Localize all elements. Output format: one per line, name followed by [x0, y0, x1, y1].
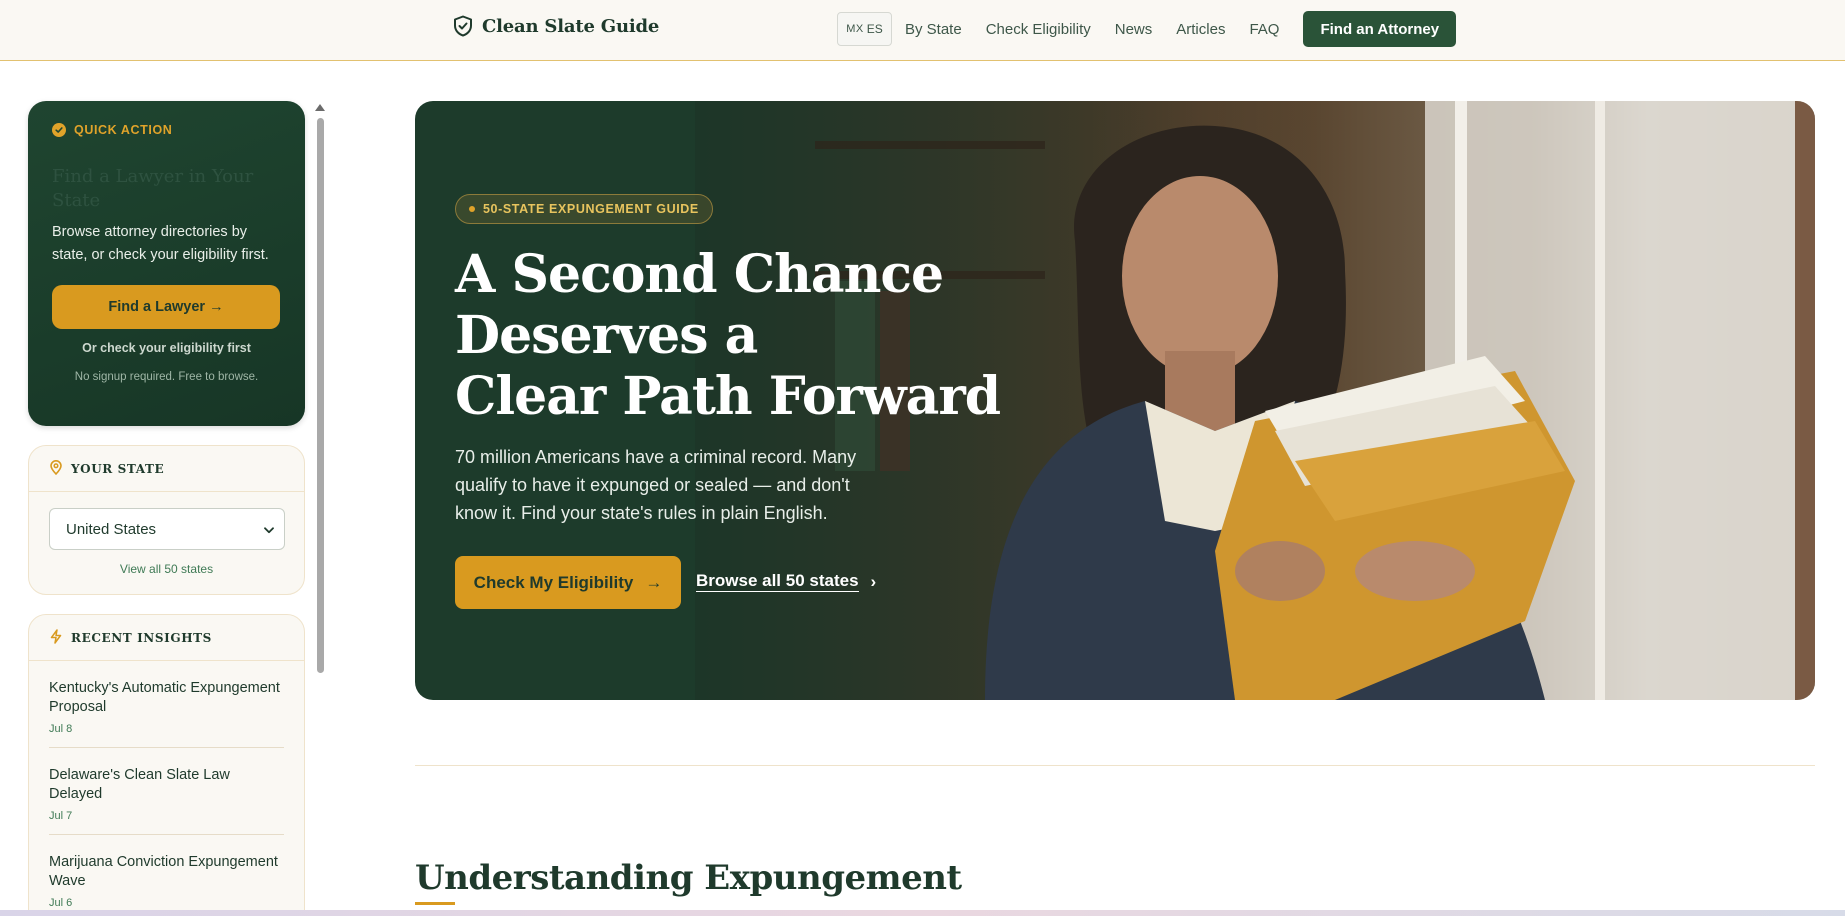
language-code: ES: [866, 22, 883, 36]
scroll-up-arrow-icon[interactable]: [315, 104, 325, 111]
language-toggle-button[interactable]: MX ES: [837, 12, 892, 46]
insight-item[interactable]: Delaware's Clean Slate Law Delayed Jul 7: [49, 748, 284, 835]
site-header: Clean Slate Guide MX ES By State Check E…: [0, 0, 1845, 61]
section-title: Understanding Expungement: [415, 858, 962, 898]
insight-title: Kentucky's Automatic Expungement Proposa…: [49, 680, 280, 715]
your-state-header: YOUR STATE: [29, 446, 304, 492]
state-select-value: United States: [66, 520, 157, 538]
view-all-states-link[interactable]: View all 50 states: [29, 562, 304, 576]
main-nav: MX ES By State Check Eligibility News Ar…: [837, 11, 1457, 47]
chevron-right-icon: ›: [870, 571, 877, 591]
insight-title: Marijuana Conviction Expungement Wave: [49, 854, 278, 889]
hero-subtitle: 70 million Americans have a criminal rec…: [455, 447, 857, 523]
state-select[interactable]: United States: [49, 508, 285, 550]
browse-states-link[interactable]: Browse all 50 states ›: [696, 571, 876, 592]
insight-title: Delaware's Clean Slate Law Delayed: [49, 767, 230, 802]
quick-action-title: Find a Lawyer in Your State: [52, 166, 254, 211]
insight-date: Jul 6: [49, 897, 73, 909]
insight-date: Jul 7: [49, 810, 73, 822]
quick-action-label: QUICK ACTION: [52, 123, 281, 137]
your-state-card: YOUR STATE United States View all 50 sta…: [28, 445, 305, 595]
nav-link-faq[interactable]: FAQ: [1249, 21, 1279, 38]
nav-link-articles[interactable]: Articles: [1176, 21, 1225, 38]
check-eligibility-button[interactable]: Check My Eligibility →: [455, 556, 681, 609]
dot-icon: [469, 206, 475, 212]
lightning-icon: [50, 628, 62, 647]
quick-action-card: QUICK ACTION Find a Lawyer in Your State…: [28, 101, 305, 426]
recent-insights-header: RECENT INSIGHTS: [29, 615, 304, 661]
mexico-flag-icon: MX: [846, 23, 864, 35]
bottom-edge: [0, 910, 1845, 916]
section-title-underline: [415, 902, 455, 905]
quick-action-description: Browse attorney directories by state, or…: [52, 224, 269, 263]
brand-name: Clean Slate Guide: [482, 15, 660, 37]
insight-item[interactable]: Marijuana Conviction Expungement Wave Ju…: [49, 835, 284, 916]
arrow-right-icon: →: [645, 572, 663, 592]
section-divider: [415, 765, 1815, 766]
sidebar-scrollbar-thumb[interactable]: [317, 118, 324, 673]
recent-insights-card: RECENT INSIGHTS Kentucky's Automatic Exp…: [28, 614, 305, 916]
check-eligibility-link[interactable]: Or check your eligibility first: [52, 341, 281, 355]
find-attorney-button[interactable]: Find an Attorney: [1303, 11, 1457, 47]
insight-date: Jul 8: [49, 723, 73, 735]
shield-check-icon: [453, 15, 473, 37]
nav-link-news[interactable]: News: [1115, 21, 1153, 38]
insight-item[interactable]: Kentucky's Automatic Expungement Proposa…: [49, 661, 284, 748]
find-lawyer-button[interactable]: Find a Lawyer →: [52, 285, 280, 329]
guide-badge: 50-STATE EXPUNGEMENT GUIDE: [455, 194, 713, 224]
brand-logo[interactable]: Clean Slate Guide: [453, 15, 659, 37]
nav-link-by-state[interactable]: By State: [905, 21, 962, 38]
hero-section: 50-STATE EXPUNGEMENT GUIDE A Second Chan…: [415, 101, 1815, 700]
chevron-down-icon: [264, 521, 274, 538]
check-circle-icon: [52, 123, 66, 137]
hero-title: A Second Chance Deserves a Clear Path Fo…: [455, 244, 1001, 427]
quick-action-note: No signup required. Free to browse.: [74, 371, 259, 383]
nav-link-check-eligibility[interactable]: Check Eligibility: [986, 21, 1091, 38]
location-pin-icon: [50, 459, 62, 478]
